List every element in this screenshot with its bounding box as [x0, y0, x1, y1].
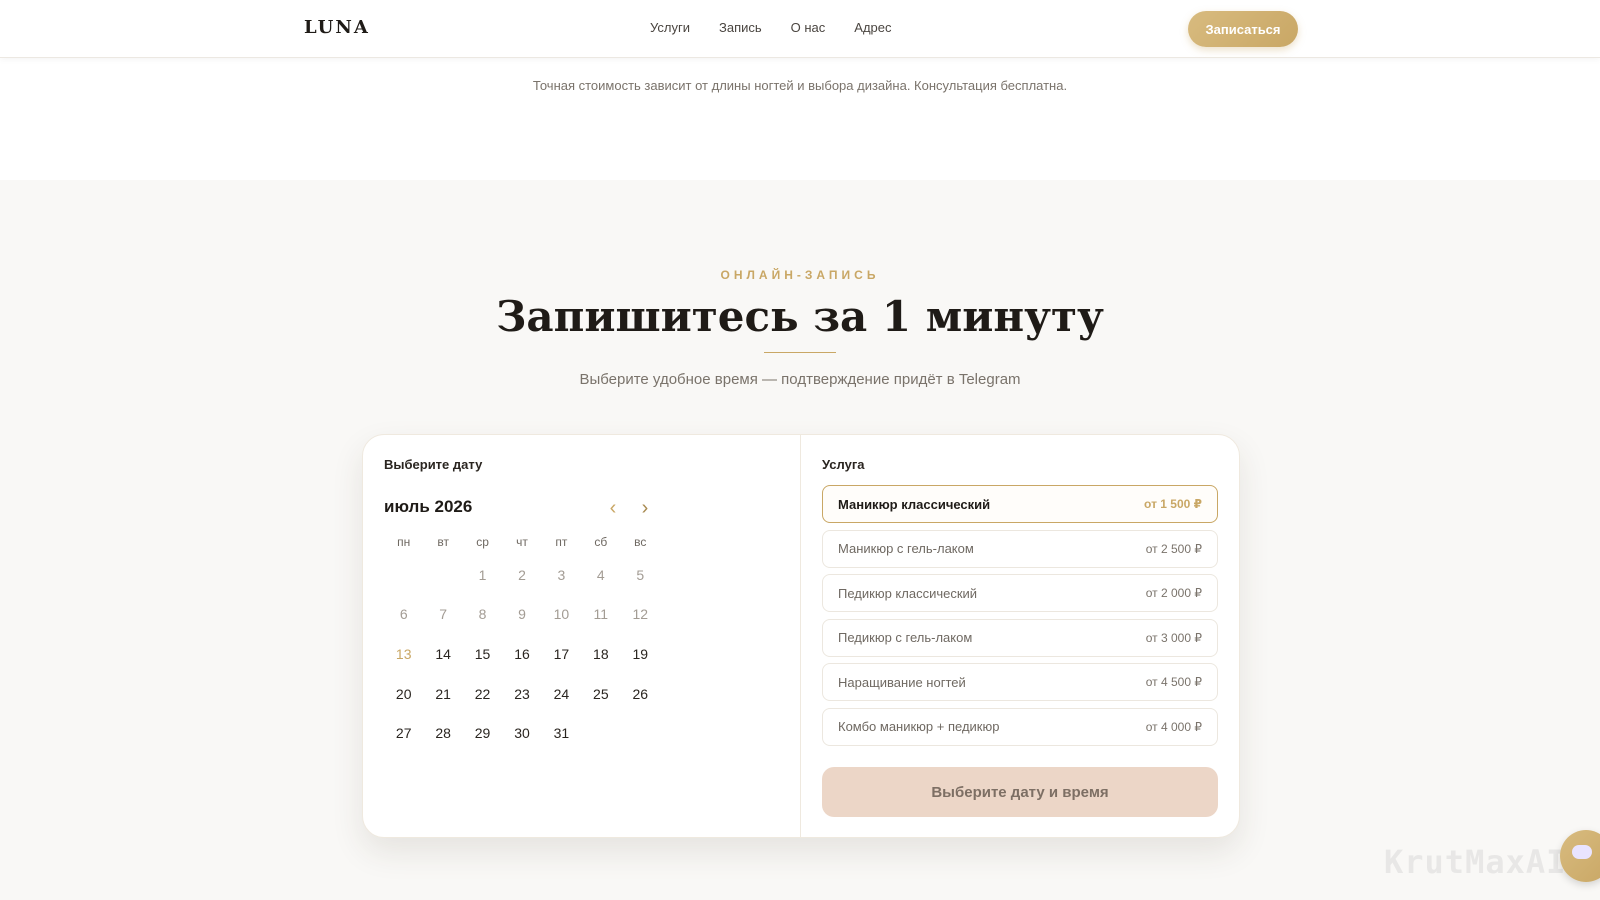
nav-link-about[interactable]: О нас [791, 20, 826, 35]
logo[interactable]: LUNA [304, 17, 370, 38]
service-name: Комбо маникюр + педикюр [838, 719, 1000, 734]
calendar-day[interactable]: 29 [463, 713, 502, 753]
service-price: от 2 500 ₽ [1145, 541, 1202, 556]
calendar-day: 2 [518, 566, 526, 583]
date-label: Выберите дату [384, 457, 483, 472]
calendar-day[interactable]: 14 [423, 634, 462, 674]
calendar-week-row: 6 7 8 9 10 11 12 [384, 595, 660, 635]
submit-button[interactable]: Выберите дату и время [822, 767, 1218, 817]
calendar-week-row: 1 2 3 4 5 [384, 555, 660, 595]
section-title: Запишитесь за 1 минуту [496, 292, 1104, 341]
calendar-day[interactable]: 31 [542, 713, 581, 753]
next-month-icon[interactable]: › [635, 497, 655, 519]
weekday-label: сб [594, 535, 608, 549]
weekday-label: чт [516, 535, 528, 549]
prev-month-icon[interactable]: ‹ [603, 497, 623, 519]
booking-card: Выберите дату июль 2026 ‹ › пн вт ср чт пт сб… [362, 434, 1240, 838]
calendar-day[interactable]: 24 [542, 674, 581, 714]
section-subtitle: Выберите удобное время — подтверждение п… [579, 371, 1021, 388]
watermark: KrutMaxAI [1384, 843, 1567, 881]
service-price: от 4 000 ₽ [1145, 719, 1202, 734]
calendar-day[interactable]: 13 [384, 634, 423, 674]
service-option[interactable]: Наращивание ногтей от 4 500 ₽ [822, 663, 1218, 701]
calendar-week-row: 20 21 22 23 24 25 26 [384, 674, 660, 714]
weekday-label: вт [437, 535, 449, 549]
weekday-row: пн вт ср чт пт сб вс [384, 535, 660, 555]
prices-section-tail: Точная стоимость зависит от длины ногтей… [0, 58, 1600, 180]
service-list: Маникюр классический от 1 500 ₽ Маникюр с … [822, 485, 1218, 752]
service-name: Педикюр классический [838, 585, 978, 601]
service-name: Педикюр с гель-лаком [838, 630, 973, 645]
calendar-grid: пн вт ср чт пт сб вс 1 2 3 4 5 6 7 8 9 10 11 12 13 14 15 16 17… [384, 535, 660, 753]
calendar-day: 1 [478, 566, 487, 583]
nav-link-services[interactable]: Услуги [650, 20, 690, 35]
service-price: от 3 000 ₽ [1145, 630, 1202, 645]
calendar-day[interactable]: 30 [502, 713, 541, 753]
service-name: Маникюр классический [838, 496, 991, 512]
calendar-day: 4 [596, 566, 605, 583]
calendar-day: 12 [632, 606, 649, 623]
calendar-day: 3 [557, 566, 566, 583]
title-divider [764, 352, 836, 353]
calendar-day[interactable]: 21 [423, 674, 462, 714]
service-price: от 1 500 ₽ [1144, 497, 1202, 511]
book-button[interactable]: Записаться [1188, 11, 1298, 47]
calendar-panel: Выберите дату июль 2026 ‹ › пн вт ср чт пт сб… [363, 435, 801, 837]
calendar-day[interactable]: 25 [581, 674, 620, 714]
price-note: Точная стоимость зависит от длины ногтей… [532, 78, 1068, 93]
calendar-day[interactable]: 20 [384, 674, 423, 714]
calendar-day[interactable]: 18 [581, 634, 620, 674]
weekday-label: ср [476, 535, 489, 549]
weekday-label: вс [634, 535, 647, 549]
service-option[interactable]: Маникюр с гель-лаком от 2 500 ₽ [822, 529, 1218, 568]
service-name: Наращивание ногтей [838, 674, 966, 690]
service-panel: Услуга Маникюр классический от 1 500 ₽ Ман… [801, 435, 1239, 837]
service-name: Маникюр с гель-лаком [838, 541, 974, 556]
calendar-week-row: 13 14 15 16 17 18 19 [384, 634, 660, 674]
chat-icon [1572, 845, 1592, 859]
service-option[interactable]: Комбо маникюр + педикюр от 4 000 ₽ [822, 707, 1218, 746]
service-price: от 2 000 ₽ [1145, 586, 1202, 600]
calendar-day[interactable]: 19 [621, 634, 660, 674]
calendar-day: 9 [518, 606, 526, 623]
calendar-day[interactable]: 15 [463, 634, 502, 674]
calendar-day[interactable]: 27 [384, 713, 423, 753]
service-option[interactable]: Маникюр классический от 1 500 ₽ [822, 485, 1218, 523]
calendar-day: 10 [553, 606, 570, 623]
calendar-day[interactable]: 22 [463, 674, 502, 714]
calendar-day[interactable]: 16 [502, 634, 541, 674]
calendar-day[interactable]: 23 [502, 674, 541, 714]
weekday-label: пн [397, 535, 411, 549]
main-nav: Услуги Запись О нас Адрес [650, 20, 892, 35]
calendar-month: июль 2026 [384, 497, 473, 516]
calendar-day: 11 [593, 606, 609, 623]
site-header: LUNA Услуги Запись О нас Адрес Записатьс… [0, 0, 1600, 58]
section-eyebrow: ОНЛАЙН-ЗАПИСЬ [720, 268, 880, 282]
calendar-day: 6 [399, 606, 408, 623]
service-label: Услуга [822, 457, 865, 472]
service-option[interactable]: Педикюр с гель-лаком от 3 000 ₽ [822, 618, 1218, 657]
calendar-day[interactable]: 17 [542, 634, 581, 674]
calendar-day: 5 [636, 566, 645, 583]
nav-link-booking[interactable]: Запись [719, 20, 762, 35]
weekday-label: пт [555, 535, 568, 549]
calendar-day[interactable]: 26 [621, 674, 660, 714]
calendar-day: 8 [478, 606, 487, 623]
nav-link-address[interactable]: Адрес [854, 20, 891, 35]
service-price: от 4 500 ₽ [1145, 675, 1202, 689]
calendar-day[interactable]: 28 [423, 713, 462, 753]
calendar-day: 7 [439, 606, 448, 623]
calendar-week-row: 27 28 29 30 31 [384, 713, 660, 753]
service-option[interactable]: Педикюр классический от 2 000 ₽ [822, 574, 1218, 612]
